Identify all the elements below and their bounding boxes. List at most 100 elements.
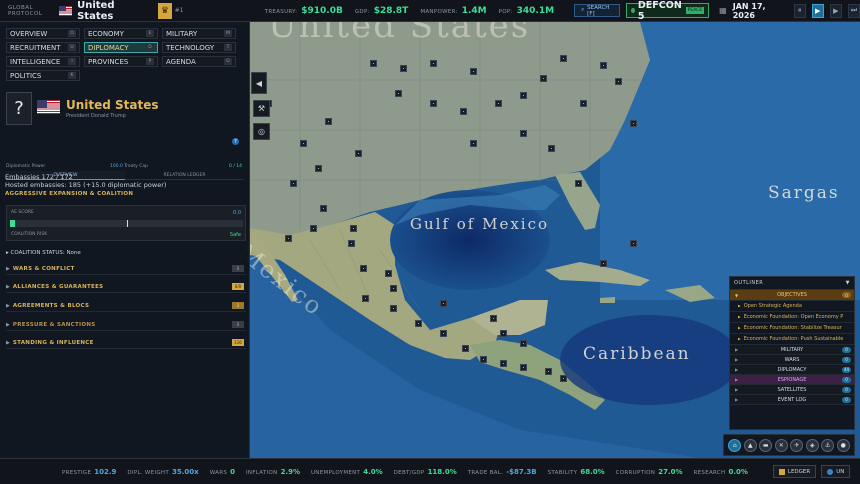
section-agreements-blocs[interactable]: ▶ AGREEMENTS & BLOCS 1 <box>6 300 246 312</box>
submarine-icon[interactable]: ● <box>836 438 850 452</box>
unit-marker-icon[interactable] <box>520 92 527 99</box>
leader-portrait[interactable]: ? <box>6 92 32 125</box>
coalition-status[interactable]: ▸ COALITION STATUS: None <box>6 250 81 256</box>
outliner-satellites[interactable]: ▶ SATELLITES 0 <box>730 385 854 395</box>
stat-prestige[interactable]: PRESTIGE 102.9 <box>62 468 116 476</box>
unit-marker-icon[interactable] <box>370 60 377 67</box>
tab-diplomacy[interactable]: DIPLOMACY D <box>84 42 158 53</box>
unit-marker-icon[interactable] <box>390 305 397 312</box>
ledger-button[interactable]: LEDGER <box>772 465 817 478</box>
unit-marker-icon[interactable] <box>520 364 527 371</box>
unit-marker-icon[interactable] <box>430 60 437 67</box>
outliner-espionage[interactable]: ▶ ESPIONAGE 0 <box>730 375 854 385</box>
unit-marker-icon[interactable] <box>290 180 297 187</box>
subtab-relation-ledger[interactable]: RELATION LEDGER <box>125 171 244 180</box>
stat-corruption[interactable]: CORRUPTION 27.0% <box>616 468 683 476</box>
rank-icon[interactable]: ♛ <box>158 2 172 19</box>
unit-marker-icon[interactable] <box>600 62 607 69</box>
un-button[interactable]: UN <box>821 465 851 478</box>
unit-marker-icon[interactable] <box>440 330 447 337</box>
stat-unemployment[interactable]: UNEMPLOYMENT 4.0% <box>311 468 383 476</box>
unit-marker-icon[interactable] <box>315 165 322 172</box>
unit-marker-icon[interactable] <box>500 360 507 367</box>
speed-1-button[interactable]: ▶ <box>811 3 824 18</box>
unit-marker-icon[interactable] <box>560 55 567 62</box>
stat-research[interactable]: RESEARCH 0.0% <box>694 468 748 476</box>
crossed-swords-icon[interactable]: ✕ <box>774 438 788 452</box>
outliner-wars[interactable]: ▶ WARS 0 <box>730 355 854 365</box>
unit-marker-icon[interactable] <box>395 90 402 97</box>
population-stat[interactable]: POP: 340.1M <box>499 6 554 16</box>
unit-marker-icon[interactable] <box>300 140 307 147</box>
help-icon[interactable]: ? <box>232 138 239 145</box>
unit-marker-icon[interactable] <box>440 300 447 307</box>
army-icon[interactable]: ▲ <box>743 438 757 452</box>
tab-technology[interactable]: TECHNOLOGY T <box>162 42 236 53</box>
stat-dipl-weight[interactable]: DIPL. WEIGHT 35.00x <box>127 468 198 476</box>
unit-marker-icon[interactable] <box>520 130 527 137</box>
treasury-stat[interactable]: TREASURY: $910.0B <box>265 6 343 16</box>
unit-marker-icon[interactable] <box>630 120 637 127</box>
section-alliances-guarantees[interactable]: ▶ ALLIANCES & GUARANTEES 0/0 <box>6 281 246 293</box>
tab-politics[interactable]: POLITICS K <box>6 70 80 81</box>
stat-wars[interactable]: WARS 0 <box>210 468 235 476</box>
hammer-tool-icon[interactable]: ⚒ <box>253 100 270 117</box>
capital-icon[interactable]: ⌂ <box>728 438 742 452</box>
unit-marker-icon[interactable] <box>390 285 397 292</box>
tank-icon[interactable]: ▬ <box>759 438 773 452</box>
shield-icon[interactable]: ◈ <box>805 438 819 452</box>
unit-marker-icon[interactable] <box>470 68 477 75</box>
ship-icon[interactable]: ⚓ <box>821 438 835 452</box>
unit-marker-icon[interactable] <box>630 240 637 247</box>
unit-marker-icon[interactable] <box>540 75 547 82</box>
section-wars-conflict[interactable]: ▶ WARS & CONFLICT 0 <box>6 263 246 275</box>
collapse-panel-button[interactable]: ◀ <box>251 72 267 94</box>
unit-marker-icon[interactable] <box>460 108 467 115</box>
unit-marker-icon[interactable] <box>560 375 567 382</box>
stat-trade-bal-[interactable]: TRADE BAL. -$87.3B <box>468 468 537 476</box>
unit-marker-icon[interactable] <box>575 180 582 187</box>
search-button[interactable]: ⌕ SEARCH [F] <box>574 4 620 17</box>
unit-marker-icon[interactable] <box>600 260 607 267</box>
unit-marker-icon[interactable] <box>580 100 587 107</box>
tab-military[interactable]: MILITARY M <box>162 28 236 39</box>
unit-marker-icon[interactable] <box>362 295 369 302</box>
unit-marker-icon[interactable] <box>495 100 502 107</box>
outliner-header[interactable]: OUTLINER ▼ <box>730 277 854 290</box>
unit-marker-icon[interactable] <box>360 265 367 272</box>
section-standing-influence[interactable]: ▶ STANDING & INFLUENCE 116 <box>6 337 246 349</box>
unit-marker-icon[interactable] <box>500 330 507 337</box>
unit-marker-icon[interactable] <box>348 240 355 247</box>
tab-overview[interactable]: OVERVIEW O <box>6 28 80 39</box>
outliner-military[interactable]: ▶ MILITARY 0 <box>730 345 854 355</box>
stat-inflation[interactable]: INFLATION 2.9% <box>246 468 300 476</box>
objective-item[interactable]: Economic Foundation: Open Economy P <box>730 312 854 323</box>
globe-tool-icon[interactable]: ◎ <box>253 123 270 140</box>
section-pressure-sanctions[interactable]: ▶ PRESSURE & SANCTIONS 0 <box>6 319 246 331</box>
unit-marker-icon[interactable] <box>400 65 407 72</box>
unit-marker-icon[interactable] <box>320 205 327 212</box>
unit-marker-icon[interactable] <box>462 345 469 352</box>
outliner-event-log[interactable]: ▶ EVENT LOG 0 <box>730 395 854 405</box>
tab-intelligence[interactable]: INTELLIGENCE I <box>6 56 80 67</box>
tab-recruitment[interactable]: RECRUITMENT U <box>6 42 80 53</box>
unit-marker-icon[interactable] <box>350 225 357 232</box>
outliner-objectives[interactable]: ▼ OBJECTIVES 0 <box>730 290 854 301</box>
objective-item[interactable]: Economic Foundation: Stabilize Treasur <box>730 323 854 334</box>
unit-marker-icon[interactable] <box>490 315 497 322</box>
unit-marker-icon[interactable] <box>615 78 622 85</box>
unit-marker-icon[interactable] <box>325 118 332 125</box>
unit-marker-icon[interactable] <box>415 320 422 327</box>
tab-economy[interactable]: ECONOMY E <box>84 28 158 39</box>
tab-provinces[interactable]: PROVINCES P <box>84 56 158 67</box>
plane-icon[interactable]: ✈ <box>790 438 804 452</box>
speed-2-button[interactable]: ▶ <box>829 3 842 18</box>
unit-marker-icon[interactable] <box>520 340 527 347</box>
stat-stability[interactable]: STABILITY 68.0% <box>548 468 605 476</box>
unit-marker-icon[interactable] <box>430 100 437 107</box>
outliner-diplomacy[interactable]: ▶ DIPLOMACY 44 <box>730 365 854 375</box>
unit-marker-icon[interactable] <box>310 225 317 232</box>
speed-3-button[interactable]: ⏭ <box>847 3 860 18</box>
unit-marker-icon[interactable] <box>385 270 392 277</box>
country-name[interactable]: United States <box>77 0 142 22</box>
